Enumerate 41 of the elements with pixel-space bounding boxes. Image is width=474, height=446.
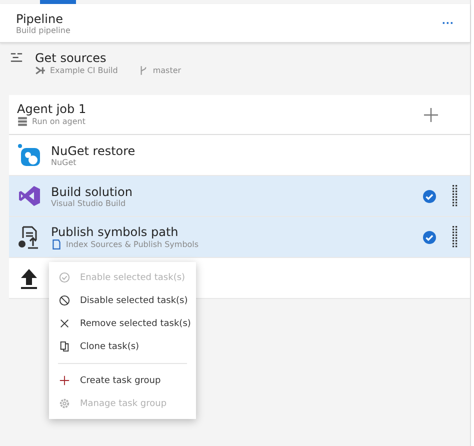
task-row[interactable]: Build solution Visual Studio Build [9, 176, 470, 217]
checkmark-icon [423, 230, 436, 244]
copy-icon [59, 341, 70, 352]
drag-handle-icon [452, 185, 458, 207]
document-upload-icon [17, 225, 41, 249]
menu-item[interactable]: Remove selected task(s) [49, 312, 196, 335]
more-button[interactable]: ··· [442, 16, 454, 30]
document-icon [51, 238, 62, 250]
pipeline-title: Pipeline [16, 12, 64, 26]
tab-indicator [40, 0, 76, 4]
task-subtitle: Visual Studio Build [51, 198, 126, 208]
visual-studio-icon [17, 184, 41, 208]
server-icon [17, 116, 28, 127]
plus-icon [59, 375, 70, 386]
task-title: NuGet restore [51, 144, 136, 158]
checkmark-icon [423, 190, 436, 202]
nuget-icon [17, 143, 41, 167]
task-title: Build solution [51, 184, 134, 198]
close-icon [59, 318, 70, 329]
job-title: Agent job 1 [17, 102, 88, 116]
agent-job-card[interactable]: Agent job 1 Run on agent [9, 95, 470, 135]
repo-icon [35, 65, 46, 76]
add-task-button[interactable] [424, 108, 438, 122]
task-row[interactable]: Publish symbols path Index Sources & Publish Symbols [9, 217, 470, 258]
pipeline-subtitle: Build pipeline [16, 26, 72, 34]
settings-icon [59, 398, 70, 409]
repository-name: Example CI Build [50, 66, 118, 75]
task-subtitle: NuGet [51, 158, 76, 166]
task-subtitle: Index Sources & Publish Symbols [66, 240, 199, 248]
block-icon [59, 295, 70, 306]
task-title: Publish symbols path [51, 224, 180, 238]
drag-handle-icon [452, 226, 458, 248]
task-row[interactable]: NuGet restore NuGet [9, 135, 470, 176]
menu-item[interactable]: Clone task(s) [49, 335, 196, 358]
branch-name: master [152, 66, 182, 75]
list-icon [10, 51, 23, 64]
sources-title[interactable]: Get sources [35, 51, 470, 65]
check-circle-icon [59, 272, 70, 283]
menu-item[interactable]: Disable selected task(s) [49, 289, 196, 312]
job-subtitle: Run on agent [32, 117, 86, 126]
menu-item[interactable]: Create task group [49, 369, 196, 392]
